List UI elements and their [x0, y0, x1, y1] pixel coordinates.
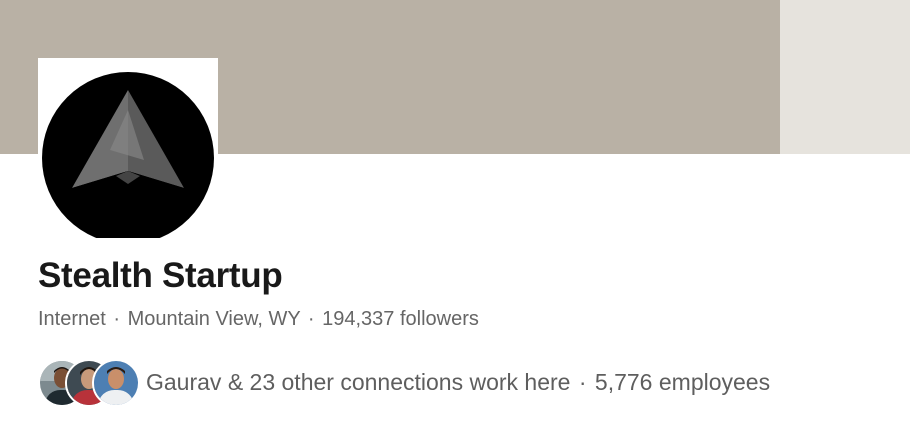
connections-text[interactable]: Gaurav & 23 other connections work here — [146, 369, 570, 395]
company-name: Stealth Startup — [38, 256, 283, 295]
separator: · — [113, 308, 121, 330]
connection-avatars[interactable] — [38, 359, 140, 407]
connections-row[interactable]: Gaurav & 23 other connections work here … — [38, 358, 770, 407]
connections-summary[interactable]: Gaurav & 23 other connections work here … — [146, 369, 770, 396]
separator: · — [307, 308, 315, 330]
industry: Internet — [38, 308, 106, 330]
cover-banner-edge — [780, 0, 910, 154]
company-meta: Internet · Mountain View, WY · 194,337 f… — [38, 308, 479, 331]
followers-count[interactable]: 194,337 followers — [322, 308, 479, 330]
person-photo-icon — [94, 361, 138, 405]
company-logo[interactable] — [38, 58, 218, 238]
connection-avatar-3[interactable] — [92, 359, 140, 407]
stealth-logo-icon — [42, 72, 214, 238]
separator: · — [578, 368, 587, 395]
employee-count[interactable]: 5,776 employees — [595, 369, 770, 395]
location: Mountain View, WY — [127, 308, 301, 330]
